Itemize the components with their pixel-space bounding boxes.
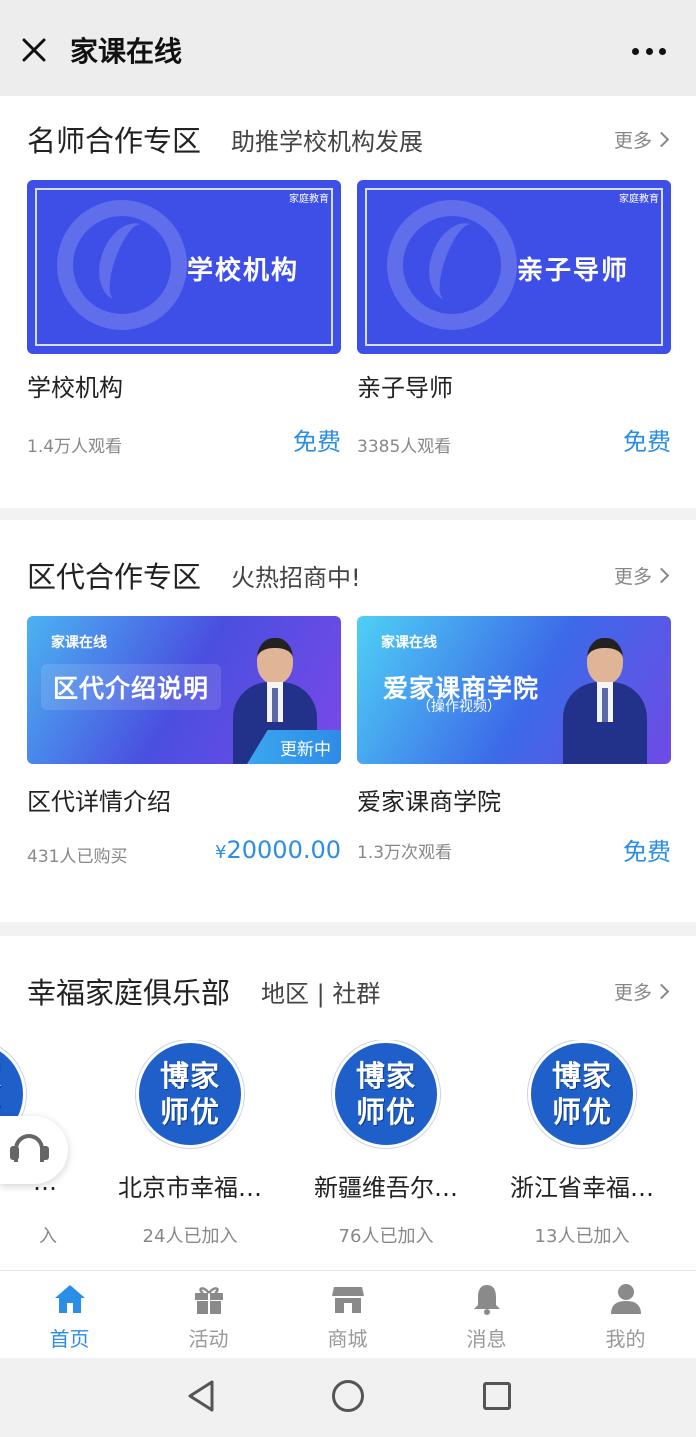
avatar-text: 博家: [355, 1059, 416, 1093]
course-title: 亲子导师: [357, 374, 453, 402]
tab-label: 首页: [49, 1327, 90, 1351]
course-card[interactable]: 家课在线 区代介绍说明 更新中 区代详情介绍 431人已购买 ¥20000.00: [27, 616, 341, 876]
club-member-count: 24人已加入: [142, 1226, 238, 1247]
course-title: 区代详情介绍: [27, 788, 171, 816]
section-subtitle: 地区 | 社群: [261, 980, 381, 1008]
purchase-count: 431人已购买: [27, 847, 128, 867]
headset-ear-left: [10, 1146, 19, 1160]
shop-icon: [332, 1287, 364, 1313]
view-count: 3385人观看: [357, 437, 452, 457]
more-link[interactable]: 更多: [613, 978, 670, 1005]
price-label: 免费: [293, 428, 341, 456]
section-title: 区代合作专区: [27, 560, 202, 594]
tab-activity[interactable]: 活动: [139, 1271, 278, 1359]
tab-label: 活动: [188, 1327, 229, 1351]
more-link[interactable]: 更多: [613, 126, 670, 153]
badge-label: 更新中: [280, 739, 331, 760]
view-count: 1.4万人观看: [27, 437, 123, 457]
section-title: 名师合作专区: [27, 124, 202, 158]
thumbnail-banner-text: 亲子导师: [517, 256, 630, 286]
course-thumbnail[interactable]: 家课在线 爱家课商学院 （操作视频）: [357, 616, 671, 764]
presenter-image: [563, 638, 647, 764]
chevron-right-icon: [653, 567, 670, 584]
more-label: 更多: [613, 982, 652, 1004]
club-member-count: 入: [39, 1226, 57, 1247]
thumbnail-banner-text: 学校机构: [187, 256, 300, 286]
more-label: 更多: [613, 566, 652, 588]
avatar-text: 师优: [159, 1095, 220, 1129]
gift-icon: [195, 1287, 223, 1314]
avatar-text: 师优: [551, 1095, 612, 1129]
view-count: 1.3万次观看: [357, 843, 453, 863]
close-icon[interactable]: [20, 36, 48, 64]
course-title: 爱家课商学院: [357, 788, 501, 816]
currency-symbol: ¥: [215, 842, 227, 863]
course-card[interactable]: 家庭教育 学校机构 学校机构 1.4万人观看 免费: [27, 180, 341, 470]
more-label: 更多: [613, 130, 652, 152]
club-name: 北京市幸福…: [118, 1174, 262, 1202]
chevron-right-icon: [653, 131, 670, 148]
avatar-text: 博家: [159, 1059, 220, 1093]
tab-label: 我的: [605, 1327, 646, 1351]
headset-ear-right: [40, 1146, 49, 1160]
bell-icon: [474, 1285, 500, 1315]
user-icon: [611, 1284, 641, 1314]
tab-messages[interactable]: 消息: [417, 1271, 556, 1359]
section-subtitle: 助推学校机构发展: [231, 128, 423, 156]
bottom-tab-bar: 首页 活动 商城 消息 我的: [0, 1270, 696, 1358]
home-icon: [55, 1285, 85, 1313]
section-header: 名师合作专区 助推学校机构发展 更多: [27, 118, 677, 158]
page-title: 家课在线: [70, 35, 183, 68]
club-carousel[interactable]: 博家师优 … 入 博家师优 北京市幸福… 24人已加入 博家师优 新疆维吾尔… …: [0, 1040, 696, 1260]
club-name: 浙江省幸福…: [510, 1174, 654, 1202]
tab-label: 商城: [327, 1327, 368, 1351]
price-label: ¥20000.00: [215, 836, 341, 864]
customer-service-button[interactable]: [0, 1116, 68, 1184]
tab-profile[interactable]: 我的: [556, 1271, 695, 1359]
tab-home[interactable]: 首页: [0, 1271, 139, 1359]
section-agent-cooperation: 区代合作专区 火热招商中! 更多 家课在线 区代介绍说明 更新中 区代详情介绍 …: [0, 520, 696, 922]
section-title: 幸福家庭俱乐部: [27, 976, 231, 1010]
section-teacher-cooperation: 名师合作专区 助推学校机构发展 更多 家庭教育 学校机构 学校机构 1.4万人观…: [0, 96, 696, 508]
section-header: 幸福家庭俱乐部 地区 | 社群 更多: [27, 970, 677, 1010]
section-subtitle: 火热招商中!: [231, 564, 361, 592]
club-avatar: 博家师优: [332, 1040, 440, 1148]
thumbnail-banner-text: 区代介绍说明: [41, 664, 222, 710]
brand-logo: 家课在线: [51, 635, 107, 651]
home-circle-icon[interactable]: [332, 1380, 364, 1412]
top-bar: 家课在线: [0, 0, 696, 96]
course-title: 学校机构: [27, 374, 123, 402]
more-dots-icon[interactable]: [632, 48, 666, 56]
brand-logo-icon: [57, 200, 187, 330]
avatar-text: 博家: [0, 1058, 2, 1094]
club-member-count: 76人已加入: [338, 1226, 434, 1247]
course-thumbnail[interactable]: 家庭教育 学校机构: [27, 180, 341, 354]
tab-shop[interactable]: 商城: [278, 1271, 417, 1359]
course-card[interactable]: 家庭教育 亲子导师 亲子导师 3385人观看 免费: [357, 180, 671, 470]
course-thumbnail[interactable]: 家课在线 区代介绍说明 更新中: [27, 616, 341, 764]
thumbnail-subtext: （操作视频）: [417, 699, 501, 715]
course-thumbnail[interactable]: 家庭教育 亲子导师: [357, 180, 671, 354]
avatar-text: 师优: [355, 1095, 416, 1129]
avatar-text: 博家: [551, 1059, 612, 1093]
course-card[interactable]: 家课在线 爱家课商学院 （操作视频） 爱家课商学院 1.3万次观看 免费: [357, 616, 671, 876]
price-label: 免费: [623, 838, 671, 866]
club-name: 新疆维吾尔…: [314, 1174, 458, 1202]
section-header: 区代合作专区 火热招商中! 更多: [27, 554, 677, 594]
tab-label: 消息: [466, 1327, 507, 1351]
club-member-count: 13人已加入: [534, 1226, 630, 1247]
thumbnail-brand: 家庭教育: [289, 194, 329, 205]
brand-logo-icon: [387, 200, 517, 330]
chevron-right-icon: [653, 983, 670, 1000]
system-navigation-bar: [0, 1358, 696, 1437]
price-value: 20000.00: [226, 836, 341, 864]
club-avatar: 博家师优: [528, 1040, 636, 1148]
back-triangle-icon[interactable]: [186, 1378, 216, 1414]
recent-apps-icon[interactable]: [483, 1382, 511, 1410]
club-avatar: 博家师优: [136, 1040, 244, 1148]
brand-logo: 家课在线: [381, 635, 437, 651]
more-link[interactable]: 更多: [613, 562, 670, 589]
price-label: 免费: [623, 428, 671, 456]
thumbnail-brand: 家庭教育: [619, 194, 659, 205]
